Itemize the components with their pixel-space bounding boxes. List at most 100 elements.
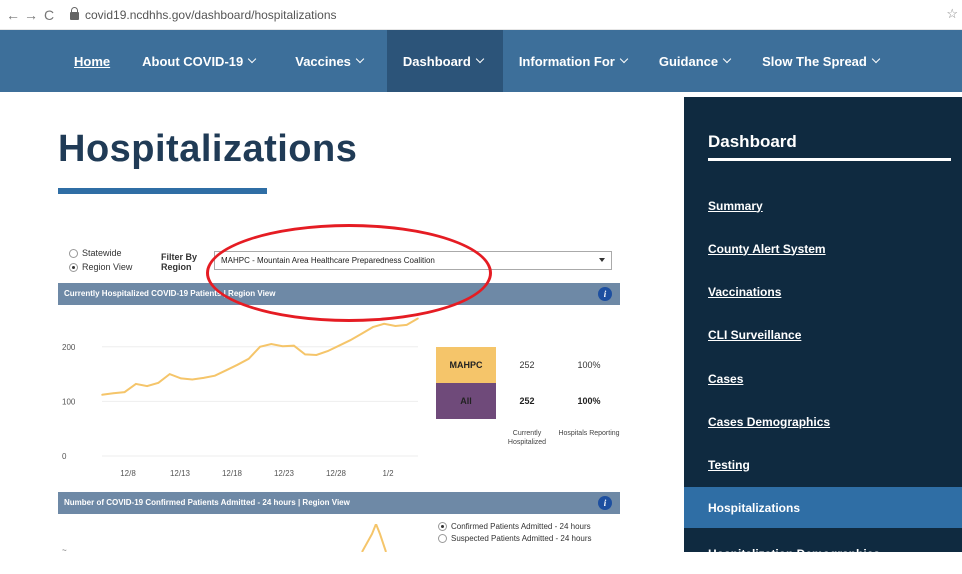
nav-vaccines[interactable]: Vaccines [271, 30, 387, 92]
data-point [315, 354, 318, 356]
sidebar-item-cases[interactable]: Cases [684, 358, 962, 399]
nav-vaccines-label: Vaccines [295, 53, 351, 69]
region-hospitalized: 252 [519, 360, 535, 370]
y-tick-label: 0 [62, 452, 67, 461]
forward-arrow-icon[interactable]: → [22, 7, 40, 23]
page-title: Hospitalizations [58, 128, 358, 170]
all-reporting: 100% [577, 396, 601, 406]
info-icon[interactable]: i [598, 496, 612, 510]
sidebar-item-hospitalization-demographics[interactable]: Hospitalization Demographics [684, 533, 962, 574]
url-text[interactable]: covid19.ncdhhs.gov/dashboard/hospitaliza… [85, 8, 337, 22]
statewide-radio[interactable]: Statewide [69, 248, 122, 258]
region-reporting: 100% [577, 360, 601, 370]
nav-info-label: Information For [518, 53, 615, 69]
data-point [202, 377, 205, 379]
dashboard-sidebar: Dashboard Summary County Alert System Va… [684, 97, 962, 561]
data-point [383, 323, 385, 325]
sidebar-item-cli-surveillance[interactable]: CLI Surveillance [684, 314, 962, 355]
title-underline [58, 188, 267, 194]
nav-about[interactable]: About COVID-19 [126, 30, 271, 92]
radio-circle-icon [438, 533, 447, 543]
lock-icon [70, 6, 79, 20]
data-point [394, 325, 397, 327]
nav-dashboard-label: Dashboard [402, 53, 471, 69]
reload-icon[interactable]: C [40, 7, 58, 23]
sidebar-item-hospitalizations[interactable]: Hospitalizations [684, 487, 962, 528]
nav-slow-the-spread[interactable]: Slow The Spread [746, 30, 895, 92]
confirmed-radio[interactable]: Confirmed Patients Admitted - 24 hours [438, 520, 592, 532]
filter-by-label: Filter By Region [161, 252, 197, 272]
admitted-y-tick: ~ [62, 546, 67, 555]
statewide-label: Statewide [82, 248, 122, 258]
stats-row-all: All 252 100% [436, 383, 620, 419]
nav-information-for[interactable]: Information For [503, 30, 643, 92]
y-tick-label: 200 [62, 343, 76, 352]
data-point [112, 392, 115, 394]
nav-home[interactable]: Home [0, 30, 126, 92]
dropdown-arrow-icon [599, 258, 605, 262]
sidebar-title-rule [708, 158, 951, 161]
back-arrow-icon[interactable]: ← [4, 7, 22, 23]
data-point [101, 394, 103, 396]
admitted-series-line [361, 524, 387, 552]
hospitalized-line-chart: 0 100 200 12/8 12/13 12/18 12/23 12/28 1/2 [62, 317, 419, 478]
data-point [304, 353, 306, 356]
data-point [259, 345, 261, 348]
data-point [338, 344, 340, 347]
chevron-down-icon [475, 54, 485, 64]
sidebar-item-summary[interactable]: Summary [684, 185, 962, 226]
data-point [281, 345, 284, 348]
data-point [293, 344, 295, 347]
data-point [123, 391, 126, 393]
top-navigation: Home About COVID-19 Vaccines Dashboard I… [0, 30, 962, 92]
sidebar-item-testing[interactable]: Testing [684, 444, 962, 485]
data-point [326, 350, 329, 352]
sidebar-item-county-alert-system[interactable]: County Alert System [684, 228, 962, 269]
data-point [214, 374, 216, 377]
x-tick-label: 12/18 [222, 469, 243, 478]
region-view-label: Region View [82, 262, 133, 272]
all-swatch: All [436, 383, 496, 419]
data-point [180, 377, 182, 380]
sidebar-title: Dashboard [708, 132, 797, 151]
data-point [372, 326, 374, 328]
filter-by-line1: Filter By [161, 252, 198, 262]
stats-table: MAHPC 252 100% All 252 100% Currently Ho… [436, 347, 620, 447]
bookmark-star-icon[interactable]: ☆ [946, 6, 958, 22]
y-tick-label: 100 [62, 397, 76, 406]
radio-circle-icon [69, 248, 78, 258]
panel2-title: Number of COVID-19 Confirmed Patients Ad… [64, 498, 350, 507]
nav-guidance[interactable]: Guidance [643, 30, 746, 92]
data-point [146, 385, 148, 387]
col-currently-hospitalized: Currently Hospitalized [507, 430, 547, 446]
data-point [225, 369, 227, 372]
data-point [191, 378, 194, 381]
series-line [101, 317, 419, 396]
data-point [135, 383, 137, 385]
data-point [168, 373, 171, 375]
nav-dashboard[interactable]: Dashboard [386, 30, 503, 92]
data-point [360, 332, 363, 335]
data-point [157, 382, 160, 384]
sidebar-item-vaccinations[interactable]: Vaccinations [684, 271, 962, 312]
suspected-label: Suspected Patients Admitted - 24 hours [451, 533, 592, 543]
data-point [236, 363, 239, 366]
suspected-radio[interactable]: Suspected Patients Admitted - 24 hours [438, 532, 592, 544]
nav-guidance-label: Guidance [658, 53, 719, 69]
chevron-down-icon [722, 54, 732, 64]
region-swatch: MAHPC [436, 347, 496, 383]
nav-slow-label: Slow The Spread [762, 53, 867, 69]
x-tick-label: 12/8 [120, 469, 136, 478]
sidebar-item-cases-demographics[interactable]: Cases Demographics [684, 401, 962, 442]
admitted-panel-header: Number of COVID-19 Confirmed Patients Ad… [58, 492, 620, 514]
admitted-chart-partial [361, 524, 387, 552]
data-point [349, 339, 352, 342]
stats-column-labels: Currently Hospitalized Hospitals Reporti… [436, 429, 620, 447]
chevron-down-icon [355, 54, 365, 64]
radio-selected-icon [69, 262, 78, 272]
info-icon[interactable]: i [598, 287, 612, 301]
region-view-radio[interactable]: Region View [69, 262, 132, 272]
browser-address-bar: ← → C covid19.ncdhhs.gov/dashboard/hospi… [0, 0, 962, 30]
x-tick-label: 1/2 [382, 469, 394, 478]
data-point [405, 324, 408, 326]
